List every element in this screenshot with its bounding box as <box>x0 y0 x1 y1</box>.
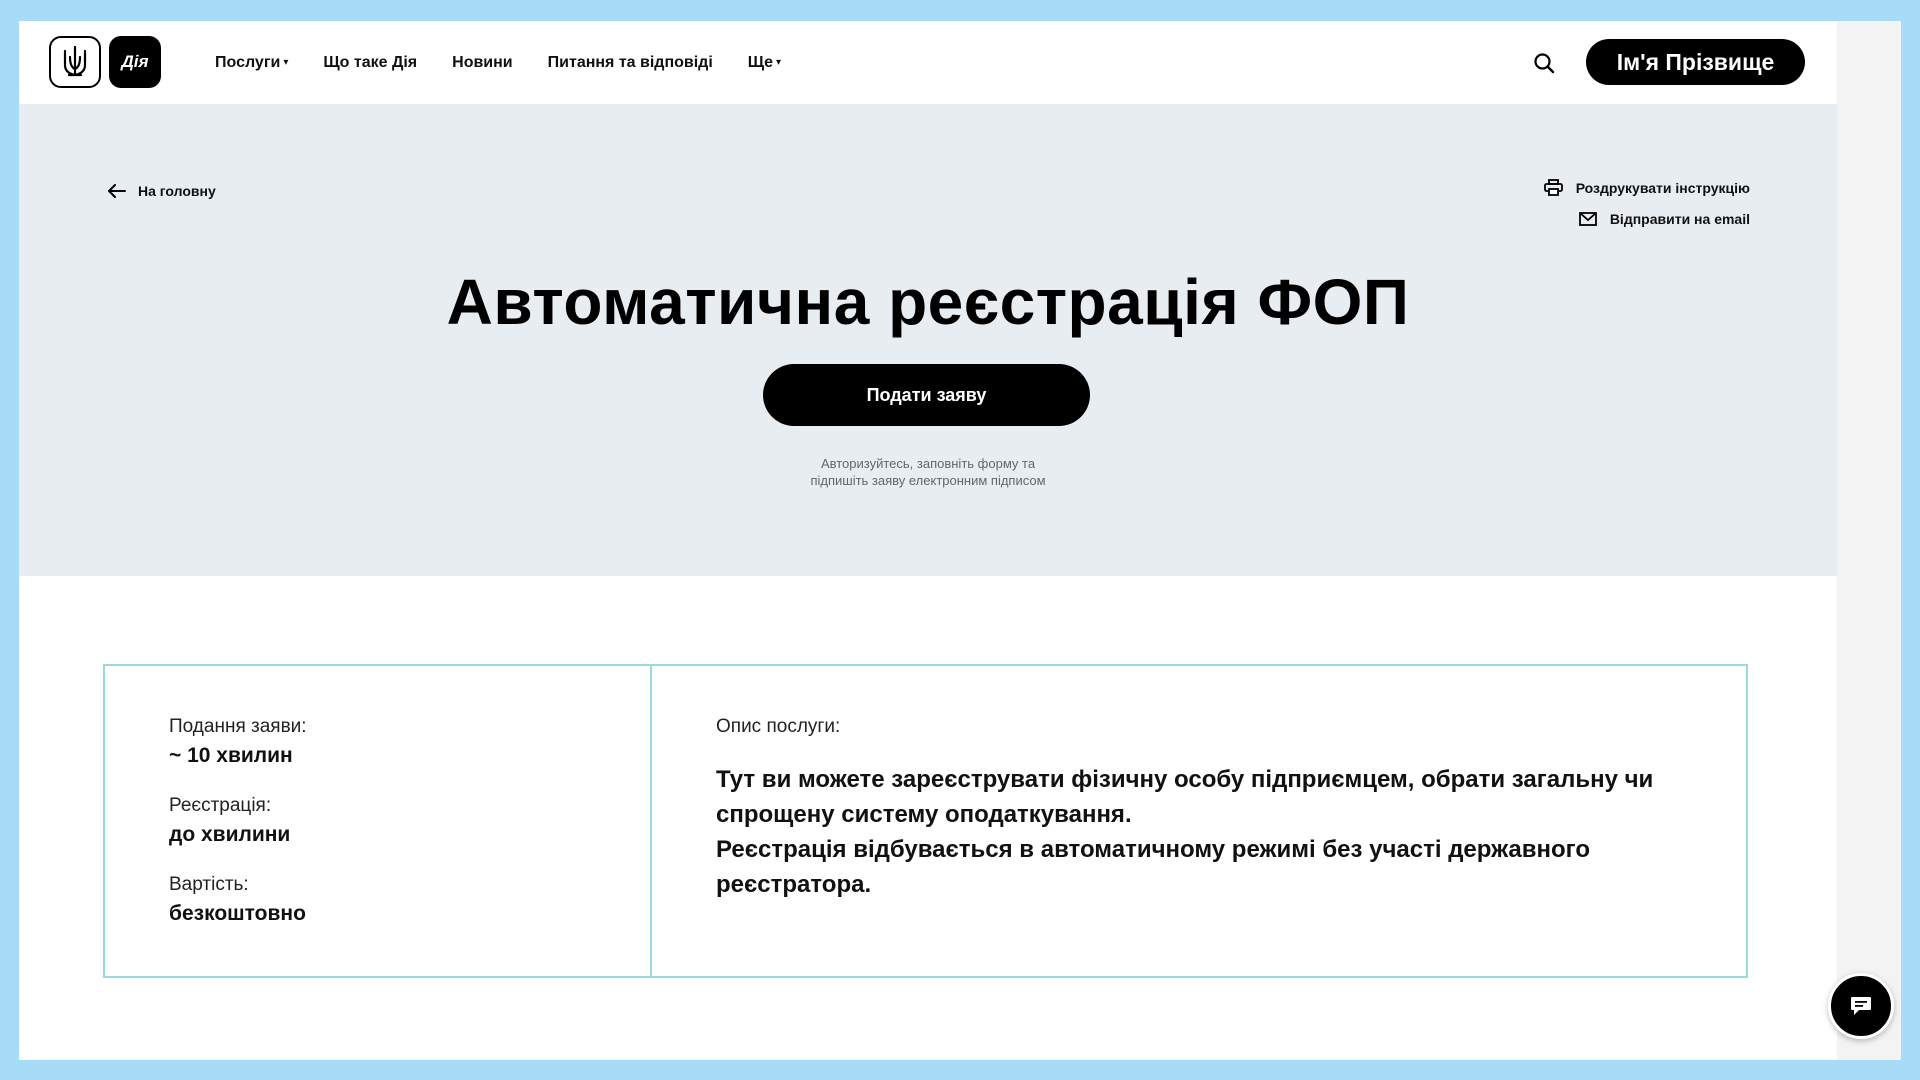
meta-item-cost: Вартість: безкоштовно <box>169 874 650 926</box>
search-button[interactable] <box>1531 50 1557 76</box>
nav-services[interactable]: Послуги ▾ <box>215 54 288 72</box>
page-title: Автоматична реєстрація ФОП <box>446 266 1410 338</box>
caret-down-icon: ▾ <box>283 57 289 68</box>
mail-icon <box>1578 212 1597 226</box>
arrow-left-icon <box>108 184 126 198</box>
auth-hint: Авторизуйтесь, заповніть форму та підпиш… <box>728 455 1128 489</box>
meta-item-submission: Подання заяви: ~ 10 хвилин <box>169 716 650 768</box>
meta-value: до хвилини <box>169 823 291 846</box>
description-text: Тут ви можете зареєструвати фізичну особ… <box>716 762 1666 902</box>
caret-down-icon: ▾ <box>775 57 781 68</box>
nav-news-label: Новини <box>452 53 513 71</box>
meta-value: безкоштовно <box>169 902 306 925</box>
description-line-1: Тут ви можете зареєструвати фізичну особ… <box>716 766 1654 828</box>
nav-more[interactable]: Ще ▾ <box>748 54 781 72</box>
print-instruction-label: Роздрукувати інструкцію <box>1575 179 1750 196</box>
page-scrollbar-track[interactable] <box>1837 21 1901 1060</box>
send-email-label: Відправити на email <box>1609 211 1750 227</box>
site-header: Дія Послуги ▾ Що таке Дія Новини Питання… <box>19 21 1837 104</box>
submit-application-label: Подати заяву <box>866 384 987 405</box>
trident-logo[interactable] <box>49 36 101 88</box>
auth-hint-line-2: підпишіть заяву електронним підписом <box>810 473 1046 488</box>
meta-label: Реєстрація: <box>169 795 272 816</box>
chat-icon <box>1851 997 1871 1015</box>
description-line-2: Реєстрація відбувається в автоматичному … <box>716 836 1591 898</box>
nav-faq-label: Питання та відповіді <box>547 53 713 71</box>
hero-section: На головну Роздрукувати інструкцію Відпр… <box>19 104 1837 576</box>
printer-icon <box>1543 179 1563 196</box>
nav-about-label: Що таке Дія <box>323 53 418 71</box>
main-nav: Послуги ▾ Що таке Дія Новини Питання та … <box>215 21 816 104</box>
nav-services-label: Послуги <box>215 53 281 71</box>
description-label: Опис послуги: <box>716 716 841 737</box>
diia-logo[interactable]: Дія <box>109 36 161 88</box>
service-info-card: Подання заяви: ~ 10 хвилин Реєстрація: д… <box>103 664 1748 978</box>
nav-faq[interactable]: Питання та відповіді <box>548 54 713 72</box>
diia-logo-text: Дія <box>121 52 149 71</box>
meta-label: Подання заяви: <box>169 716 307 737</box>
meta-value: ~ 10 хвилин <box>169 744 293 767</box>
submit-application-button[interactable]: Подати заяву <box>763 364 1090 426</box>
meta-item-registration: Реєстрація: до хвилини <box>169 795 650 847</box>
send-email-link[interactable]: Відправити на email <box>1544 211 1750 227</box>
back-home-link[interactable]: На головну <box>108 183 216 199</box>
nav-more-label: Ще <box>747 53 773 71</box>
nav-news[interactable]: Новини <box>452 54 513 72</box>
back-home-label: На головну <box>138 183 216 199</box>
nav-about[interactable]: Що таке Дія <box>323 54 417 72</box>
page: Дія Послуги ▾ Що таке Дія Новини Питання… <box>19 21 1837 1060</box>
print-instruction-link[interactable]: Роздрукувати інструкцію <box>1543 179 1750 196</box>
service-meta: Подання заяви: ~ 10 хвилин Реєстрація: д… <box>105 666 652 976</box>
user-name: Ім'я Прізвище <box>1616 48 1775 75</box>
search-icon <box>1534 53 1555 74</box>
instruction-actions: Роздрукувати інструкцію Відправити на em… <box>1543 179 1750 242</box>
meta-label: Вартість: <box>169 874 249 895</box>
auth-hint-line-1: Авторизуйтесь, заповніть форму та <box>820 456 1036 471</box>
trident-icon <box>63 45 87 77</box>
user-profile-button[interactable]: Ім'я Прізвище <box>1586 39 1805 85</box>
chat-button[interactable] <box>1828 973 1894 1039</box>
service-description: Опис послуги: Тут ви можете зареєструват… <box>652 666 1746 976</box>
